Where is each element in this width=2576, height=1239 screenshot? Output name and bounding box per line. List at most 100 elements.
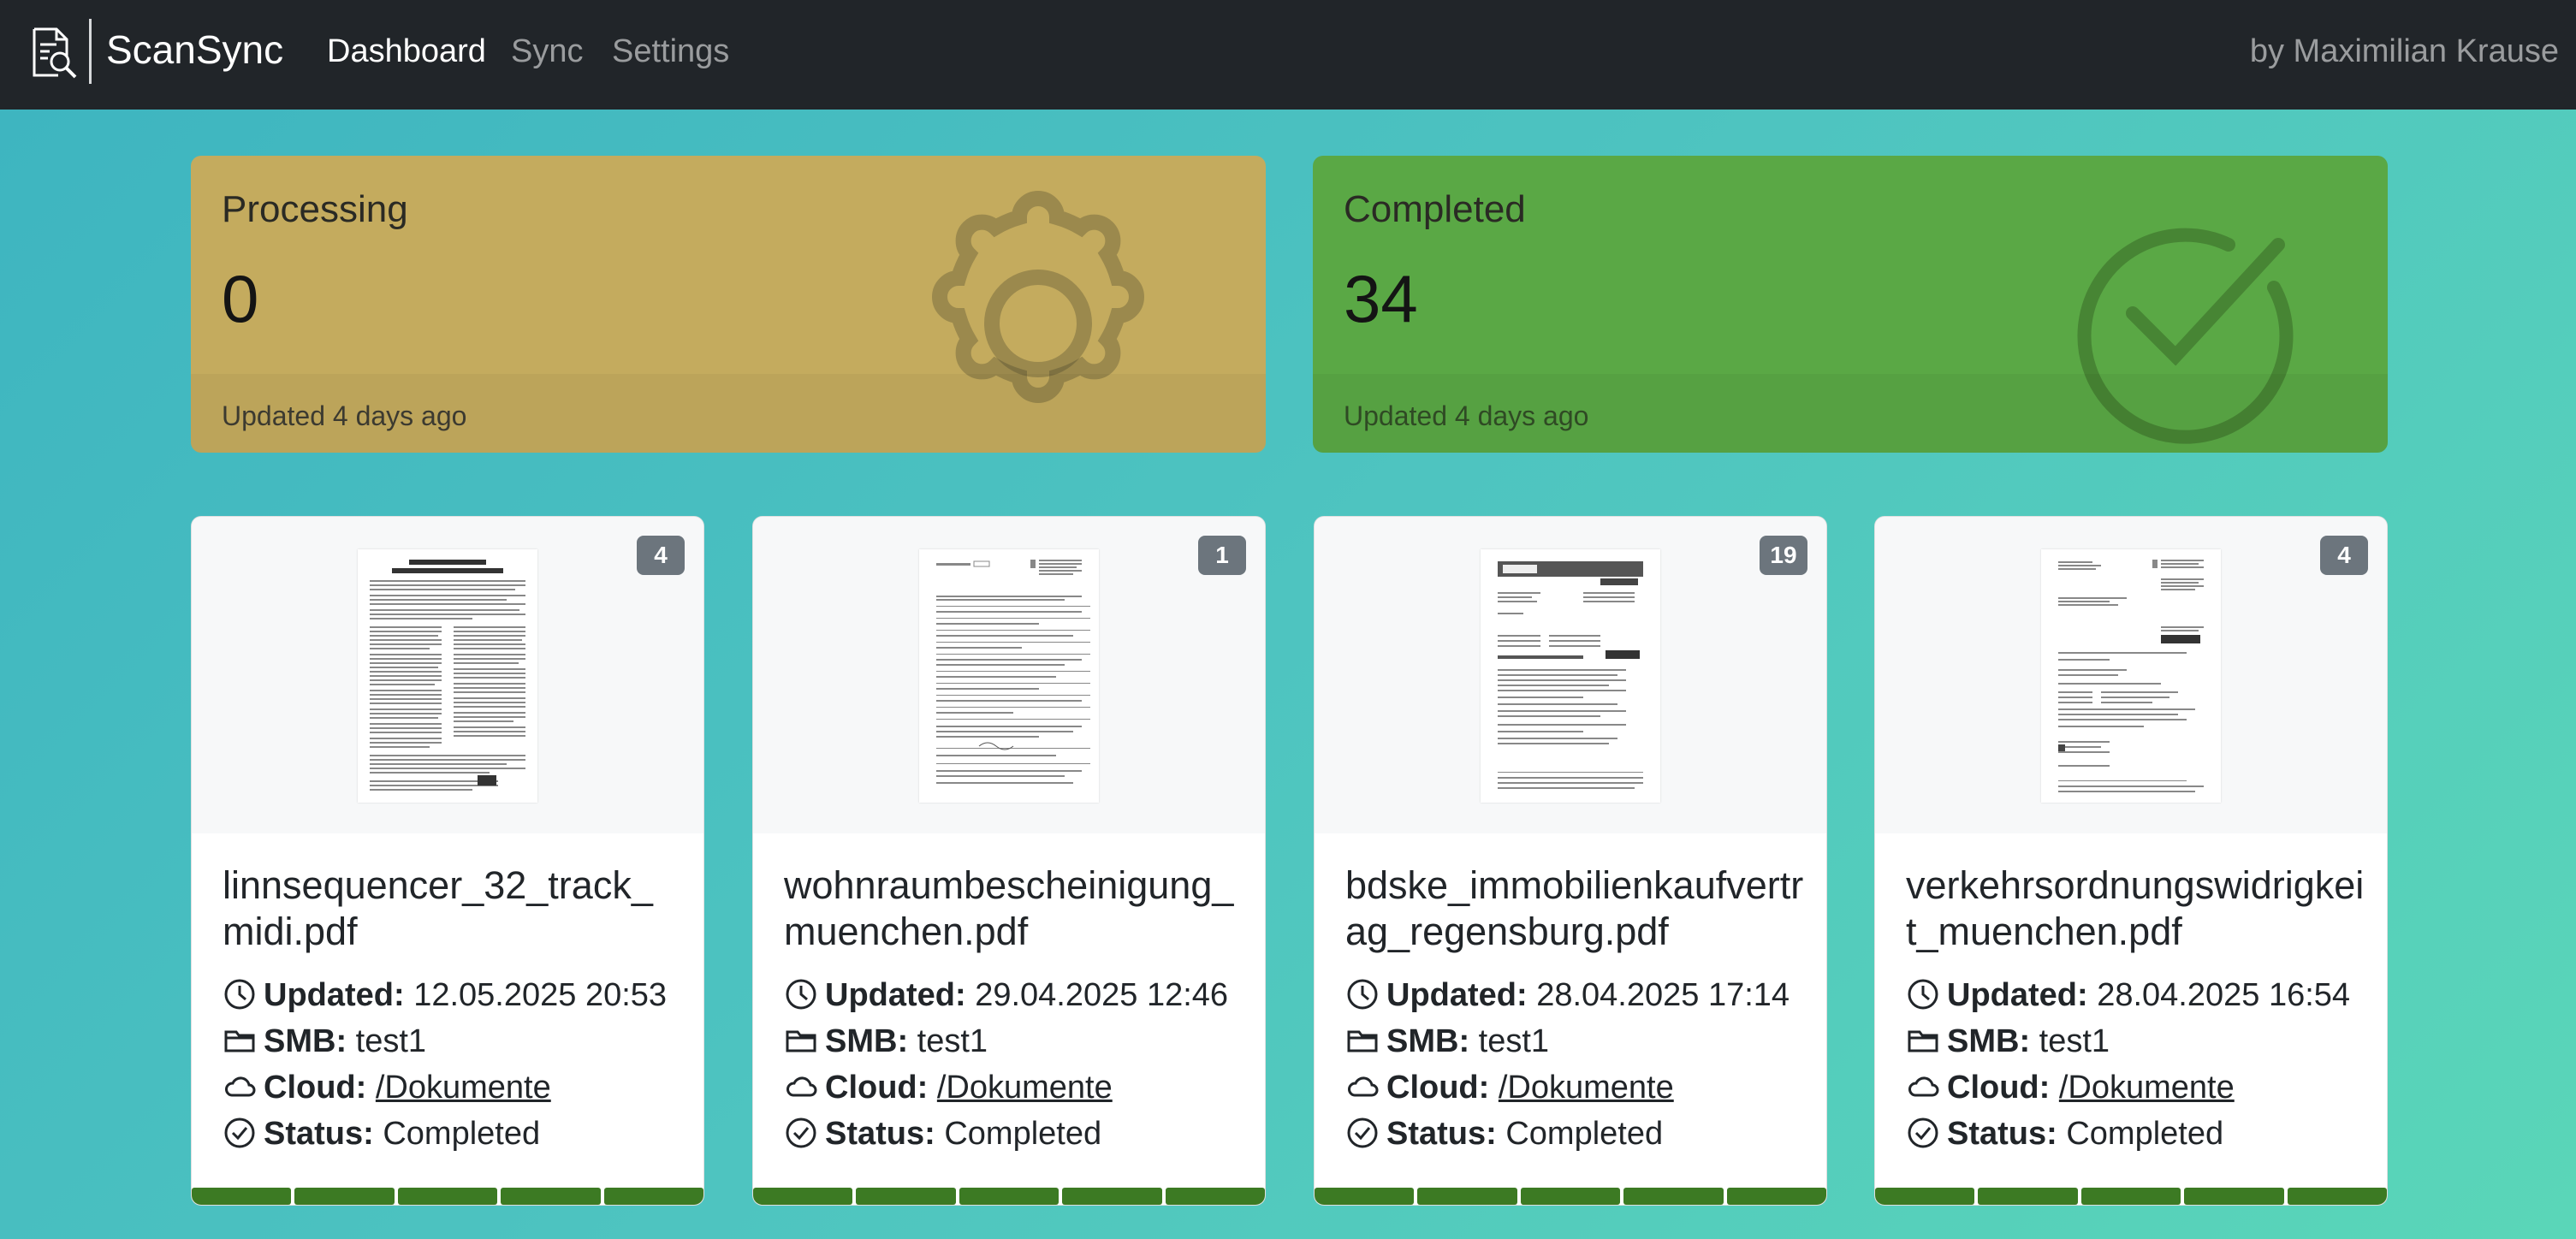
document-card[interactable]: 1 wohnraumbescheinigung_muenchen.pdf Upd… <box>752 516 1266 1206</box>
page-count-badge: 19 <box>1760 536 1807 575</box>
document-cloud: Cloud: /Dokumente <box>223 1067 702 1108</box>
smb-label: SMB: <box>264 1023 347 1059</box>
nav-settings[interactable]: Settings <box>612 29 729 74</box>
document-smb: SMB: test1 <box>223 1021 702 1062</box>
cloud-icon <box>1348 1076 1379 1097</box>
progress-segment <box>1520 1188 1621 1205</box>
status-value: Completed <box>2066 1116 2224 1152</box>
stat-title: Processing <box>222 188 408 230</box>
cloud-icon <box>786 1076 817 1097</box>
document-filename[interactable]: linnsequencer_32_track_midi.pdf <box>223 863 685 955</box>
smb-value: test1 <box>1478 1023 1550 1059</box>
updated-value: 28.04.2025 16:54 <box>2097 977 2351 1013</box>
smb-label: SMB: <box>1947 1023 2031 1059</box>
stat-updated-text: Updated 4 days ago <box>222 400 467 431</box>
status-label: Status: <box>825 1116 935 1152</box>
check-circle-icon <box>1908 1117 1938 1148</box>
check-circle-icon <box>224 1117 255 1148</box>
document-page-preview <box>936 560 1090 784</box>
progress-bar <box>753 1188 1265 1205</box>
updated-value: 28.04.2025 17:14 <box>1536 977 1790 1013</box>
stat-updated-text: Updated 4 days ago <box>1344 400 1589 431</box>
clock-icon <box>786 979 816 1010</box>
clock-icon <box>1908 979 1938 1010</box>
status-label: Status: <box>1947 1116 2057 1152</box>
folder-icon <box>224 1030 255 1052</box>
progress-segment <box>2080 1188 2181 1205</box>
progress-segment <box>294 1188 395 1205</box>
document-updated: Updated: 29.04.2025 12:46 <box>784 975 1263 1016</box>
updated-value: 29.04.2025 12:46 <box>975 977 1229 1013</box>
smb-label: SMB: <box>825 1023 909 1059</box>
progress-segment <box>2287 1188 2387 1205</box>
document-smb: SMB: test1 <box>784 1021 1263 1062</box>
document-preview-area: 19 <box>1315 517 1826 833</box>
cloud-label: Cloud: <box>1947 1070 2051 1106</box>
clock-icon <box>1347 979 1378 1010</box>
document-page-preview <box>2058 560 2204 792</box>
cloud-path-link[interactable]: /Dokumente <box>376 1070 551 1106</box>
cloud-path-link[interactable]: /Dokumente <box>1499 1070 1674 1106</box>
updated-label: Updated: <box>825 977 966 1013</box>
document-cloud: Cloud: /Dokumente <box>784 1067 1263 1108</box>
document-smb: SMB: test1 <box>1345 1021 1825 1062</box>
document-status: Status: Completed <box>223 1113 702 1154</box>
cloud-path-link[interactable]: /Dokumente <box>937 1070 1113 1106</box>
updated-value: 12.05.2025 20:53 <box>413 977 668 1013</box>
page-count-badge: 1 <box>1198 536 1246 575</box>
processing-stat-card: Processing 0 Updated 4 days ago <box>191 156 1266 453</box>
document-cloud: Cloud: /Dokumente <box>1345 1067 1825 1108</box>
document-card[interactable]: 4 linnsequencer_32_track_midi.pdf Update… <box>191 516 704 1206</box>
document-filename[interactable]: verkehrsordnungswidrigkeit_muenchen.pdf <box>1906 863 2368 955</box>
document-status: Status: Completed <box>784 1113 1263 1154</box>
folder-icon <box>1347 1030 1378 1052</box>
smb-value: test1 <box>917 1023 988 1059</box>
document-updated: Updated: 28.04.2025 16:54 <box>1906 975 2385 1016</box>
document-thumbnail[interactable] <box>919 549 1099 803</box>
updated-label: Updated: <box>1386 977 1528 1013</box>
cloud-icon <box>225 1076 256 1097</box>
status-label: Status: <box>264 1116 374 1152</box>
document-thumbnail[interactable] <box>2041 549 2221 803</box>
progress-segment <box>1978 1188 2078 1205</box>
progress-segment <box>1875 1188 1975 1205</box>
status-value: Completed <box>944 1116 1102 1152</box>
document-filename[interactable]: wohnraumbescheinigung_muenchen.pdf <box>784 863 1246 955</box>
cloud-label: Cloud: <box>1386 1070 1490 1106</box>
smb-value: test1 <box>355 1023 427 1059</box>
page-count-badge: 4 <box>637 536 685 575</box>
cloud-icon <box>1908 1076 1939 1097</box>
status-value: Completed <box>383 1116 541 1152</box>
stat-value: 0 <box>222 261 259 336</box>
status-label: Status: <box>1386 1116 1497 1152</box>
document-preview-area: 4 <box>192 517 703 833</box>
document-card[interactable]: 4 verkehrsordnungswidrigkeit_muenchen.pd… <box>1874 516 2388 1206</box>
document-filename[interactable]: bdske_immobilienkaufvertrag_regensburg.p… <box>1345 863 1807 955</box>
document-updated: Updated: 28.04.2025 17:14 <box>1345 975 1825 1016</box>
app-name[interactable]: ScanSync <box>106 24 283 75</box>
document-updated: Updated: 12.05.2025 20:53 <box>223 975 702 1016</box>
nav-sync[interactable]: Sync <box>511 29 583 74</box>
document-thumbnail[interactable] <box>358 549 537 803</box>
document-smb: SMB: test1 <box>1906 1021 2385 1062</box>
smb-value: test1 <box>2039 1023 2110 1059</box>
progress-segment <box>1062 1188 1162 1205</box>
scan-search-icon[interactable] <box>27 26 80 79</box>
progress-segment <box>856 1188 956 1205</box>
author-credit: by Maximilian Krause <box>2249 33 2559 69</box>
check-circle-icon <box>786 1117 816 1148</box>
progress-segment <box>397 1188 498 1205</box>
navbar: ScanSync Dashboard Sync Settings by Maxi… <box>0 0 2576 110</box>
brand-divider <box>89 19 92 84</box>
progress-segment <box>959 1188 1059 1205</box>
progress-segment <box>501 1188 601 1205</box>
progress-bar <box>1315 1188 1826 1205</box>
document-thumbnail[interactable] <box>1481 549 1660 803</box>
progress-segment <box>2184 1188 2284 1205</box>
cloud-path-link[interactable]: /Dokumente <box>2059 1070 2235 1106</box>
updated-label: Updated: <box>264 977 405 1013</box>
folder-icon <box>786 1030 816 1052</box>
progress-segment <box>1165 1188 1265 1205</box>
document-card[interactable]: 19 bdske_immobilienkaufvertrag_regensbur… <box>1314 516 1827 1206</box>
nav-dashboard[interactable]: Dashboard <box>327 29 486 74</box>
